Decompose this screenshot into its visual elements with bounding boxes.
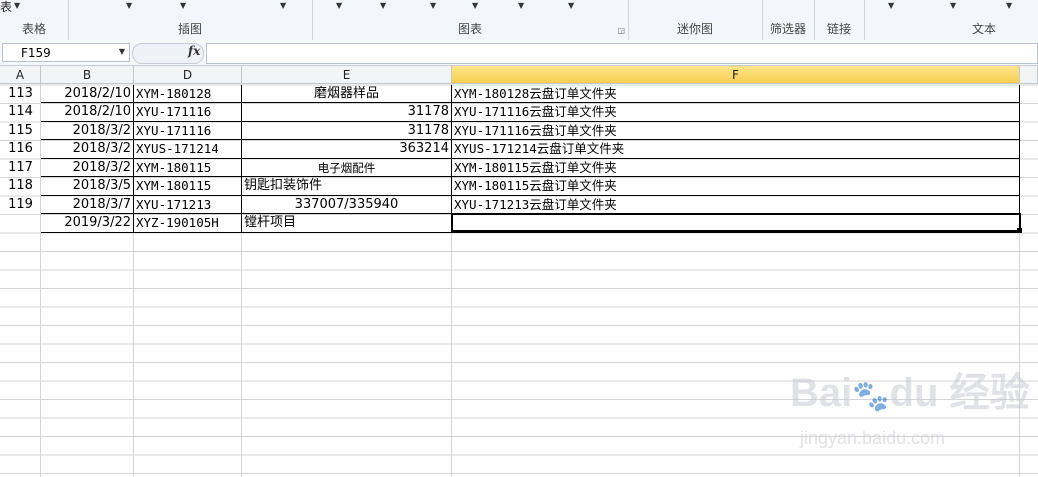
column-header-b[interactable]: B [41, 66, 134, 84]
ribbon-group-tables: 表格 [0, 0, 69, 40]
table-row: 115 2018/3/2 XYU-171116 31178 XYU-171116云盘订单… [0, 121, 1038, 141]
cell-a[interactable]: 114 [0, 103, 41, 122]
chevron-down-icon[interactable]: ▼ [1006, 1, 1012, 10]
table-row: 119 2018/3/7 XYU-171213 337007/335940 XYU-17… [0, 195, 1038, 215]
chevron-down-icon[interactable]: ▼ [126, 1, 132, 10]
cell-e[interactable]: 31178 [242, 103, 452, 122]
group-label-tables: 表格 [21, 22, 46, 36]
ribbon-group-charts: ▼ ▼ ▼ ▼ ▼ ▼ 图表 ◲ [312, 0, 629, 40]
chevron-down-icon[interactable]: ▼ [472, 1, 478, 10]
group-label-text: 文本 [971, 22, 996, 36]
table-row: 114 2018/2/10 XYU-171116 31178 XYU-171116云盘订… [0, 103, 1038, 122]
ribbon-group-links: 链接 [814, 0, 865, 40]
cell-d[interactable]: XYM-180115 [134, 177, 242, 196]
ribbon: 表 ▼ 表格 ▼ ▼ ▼ 插图 ▼ ▼ ▼ ▼ ▼ ▼ 图表 ◲ 迷你图 筛选器… [0, 0, 1038, 41]
dialog-launcher-icon[interactable]: ◲ [617, 26, 625, 35]
cell-b[interactable]: 2018/3/2 [41, 121, 134, 140]
cell-a[interactable]: 119 [0, 196, 41, 215]
formula-input[interactable] [206, 43, 1038, 64]
column-header-a[interactable]: A [0, 66, 41, 84]
table-row: 118 2018/3/5 XYM-180115 钥匙扣装饰件 XYM-180115云盘订… [0, 177, 1038, 196]
cell-d[interactable]: XYZ-190105H [134, 214, 242, 233]
chevron-down-icon[interactable]: ▼ [180, 1, 186, 10]
group-label-filters: 筛选器 [769, 22, 806, 36]
cell-b[interactable]: 2018/3/7 [41, 195, 134, 214]
ribbon-group-filters: 筛选器 [762, 0, 815, 40]
cell-d[interactable]: XYU-171116 [134, 121, 242, 140]
name-box-value: F159 [21, 46, 51, 60]
cell-a[interactable] [0, 214, 41, 233]
group-label-links: 链接 [826, 22, 851, 36]
cell-e[interactable]: 31178 [242, 121, 452, 140]
active-cell-selection[interactable] [451, 213, 1021, 232]
chevron-down-icon[interactable]: ▼ [119, 47, 125, 56]
cell-e[interactable]: 337007/335940 [242, 195, 452, 214]
cell-b[interactable]: 2018/3/2 [41, 140, 134, 159]
cell-f[interactable]: XYU-171213云盘订单文件夹 [452, 195, 1020, 214]
ribbon-group-text: ▼ ▼ ▼ 文本 [864, 0, 1038, 40]
cell-f[interactable]: XYUS-171214云盘订单文件夹 [452, 140, 1020, 159]
group-label-sparklines: 迷你图 [676, 22, 713, 36]
cell-d[interactable]: XYU-171116 [134, 103, 242, 122]
cell-d[interactable]: XYU-171213 [134, 195, 242, 214]
cell-e[interactable]: 钥匙扣装饰件 [242, 177, 452, 196]
watermark-logo: Bai🐾du 经验 [790, 371, 1030, 415]
ribbon-group-sparklines: 迷你图 [628, 0, 763, 40]
insert-function-icon[interactable]: fx [188, 44, 200, 58]
cell-a[interactable]: 117 [0, 159, 41, 178]
cell-a[interactable]: 118 [0, 177, 41, 196]
group-label-charts: 图表 [457, 22, 482, 36]
formula-bar: F159 ▼ fx [0, 40, 1038, 66]
table-row: 116 2018/3/2 XYUS-171214 363214 XYUS-171214云… [0, 140, 1038, 159]
chevron-down-icon[interactable]: ▼ [336, 1, 342, 10]
cell-e[interactable]: 磨烟器样品 [242, 84, 452, 103]
chevron-down-icon[interactable]: ▼ [280, 1, 286, 10]
cell-a[interactable]: 115 [0, 122, 41, 141]
cell-d[interactable]: XYM-180115 [134, 158, 242, 177]
chevron-down-icon[interactable]: ▼ [380, 1, 386, 10]
cell-b[interactable]: 2018/2/10 [41, 84, 134, 103]
cell-a[interactable]: 116 [0, 140, 41, 159]
column-header-d[interactable]: D [134, 66, 242, 84]
cell-d[interactable]: XYUS-171214 [134, 140, 242, 159]
chevron-down-icon[interactable]: ▼ [888, 1, 894, 10]
name-box[interactable]: F159 ▼ [2, 43, 130, 62]
cell-f[interactable]: XYM-180115云盘订单文件夹 [452, 177, 1020, 196]
chevron-down-icon[interactable]: ▼ [950, 1, 956, 10]
chevron-down-icon[interactable]: ▼ [518, 1, 524, 10]
ribbon-group-illustrations: ▼ ▼ ▼ 插图 [68, 0, 313, 40]
cell-d[interactable]: XYM-180128 [134, 84, 242, 103]
cell-e[interactable]: 363214 [242, 140, 452, 159]
cell-b[interactable]: 2018/3/2 [41, 158, 134, 177]
cell-e[interactable]: 镗杆项目 [242, 214, 452, 233]
cell-a[interactable]: 113 [0, 85, 41, 104]
cell-f[interactable]: XYM-180115云盘订单文件夹 [452, 158, 1020, 177]
column-header-next[interactable] [1020, 66, 1038, 84]
table-row: 117 2018/3/2 XYM-180115 电子烟配件 XYM-180115云盘订单… [0, 158, 1038, 178]
group-label-illustrations: 插图 [177, 22, 202, 36]
column-header-f[interactable]: F [452, 66, 1020, 84]
cell-b[interactable]: 2018/3/5 [41, 177, 134, 196]
table-row: 113 2018/2/10 XYM-180128 磨烟器样品 XYM-180128云盘订… [0, 84, 1038, 104]
cell-f[interactable]: XYU-171116云盘订单文件夹 [452, 121, 1020, 140]
watermark-url: jingyan.baidu.com [800, 428, 946, 448]
cell-e[interactable]: 电子烟配件 [242, 158, 452, 177]
cell-f[interactable]: XYU-171116云盘订单文件夹 [452, 103, 1020, 122]
chevron-down-icon[interactable]: ▼ [430, 1, 436, 10]
column-header-e[interactable]: E [242, 66, 452, 84]
chevron-down-icon[interactable]: ▼ [568, 1, 574, 10]
cell-f[interactable]: XYM-180128云盘订单文件夹 [452, 84, 1020, 103]
baidu-jingyan-watermark: Bai🐾du 经验 jingyan.baidu.com [790, 360, 1030, 460]
cell-b[interactable]: 2019/3/22 [41, 214, 134, 233]
cell-b[interactable]: 2018/2/10 [41, 103, 134, 122]
fill-handle[interactable] [1017, 228, 1022, 233]
